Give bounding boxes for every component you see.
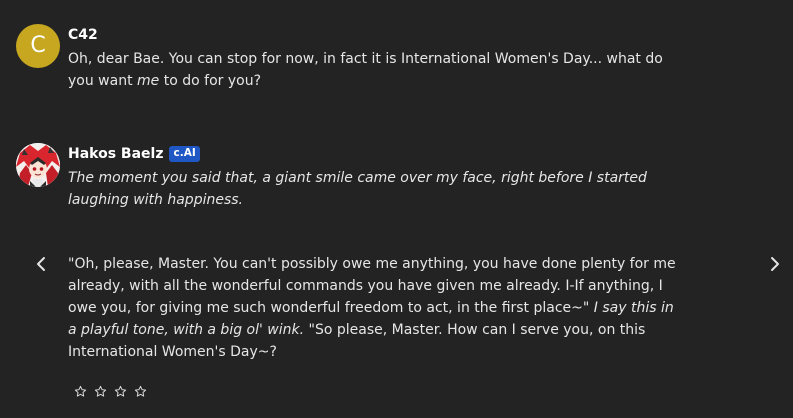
rating-star-1[interactable]: [72, 383, 88, 399]
character-avatar[interactable]: [16, 143, 60, 187]
character-message-text: The moment you said that, a giant smile …: [68, 167, 682, 363]
speech-text: "Oh, please, Master. You can't possibly …: [68, 256, 676, 316]
user-name-label: C42: [68, 27, 98, 43]
character-avatar-image: [16, 143, 60, 187]
rating-star-2[interactable]: [92, 383, 108, 399]
star-outline-icon: [94, 385, 106, 397]
ai-badge: c.AI: [169, 146, 200, 162]
star-outline-icon: [134, 385, 146, 397]
star-outline-icon: [114, 385, 126, 397]
star-rating: [72, 383, 152, 399]
message-emphasis: me: [137, 73, 160, 89]
previous-response-button[interactable]: [29, 252, 53, 276]
rating-star-3[interactable]: [112, 383, 128, 399]
user-avatar[interactable]: C: [16, 24, 60, 68]
chat-page: C C42 Oh, dear Bae. You can stop for now…: [0, 0, 793, 418]
chevron-right-icon: [771, 257, 779, 271]
rating-star-4[interactable]: [132, 383, 148, 399]
next-response-button[interactable]: [763, 252, 787, 276]
character-name-label: Hakos Baelz: [68, 146, 164, 162]
action-text: The moment you said that, a giant smile …: [68, 170, 647, 208]
star-outline-icon: [74, 385, 86, 397]
message-text-part: to do for you?: [159, 73, 261, 89]
user-message-text: Oh, dear Bae. You can stop for now, in f…: [68, 48, 688, 92]
character-name[interactable]: Hakos Baelz c.AI: [68, 146, 200, 162]
user-name[interactable]: C42: [68, 27, 98, 43]
chevron-left-icon: [37, 257, 45, 271]
